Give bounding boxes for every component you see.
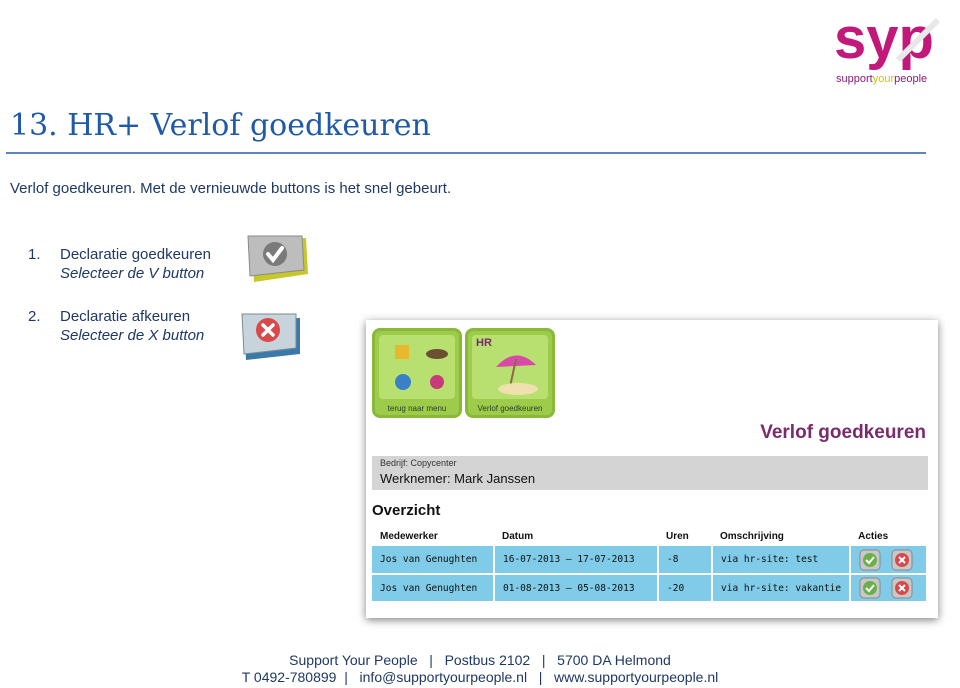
- cell-medewerker: Jos van Genughten: [372, 546, 495, 575]
- cell-medewerker: Jos van Genughten: [372, 574, 495, 603]
- beach-umbrella-icon: [496, 355, 538, 395]
- step-instruction: Selecteer de X button: [60, 327, 205, 344]
- table-row: Jos van Genughten 16-07-2013 – 17-07-201…: [372, 546, 928, 575]
- cell-omschrijving: via hr-site: vakantie: [712, 574, 852, 603]
- step-number: 2.: [28, 308, 41, 325]
- logo-tagline: supportyourpeople: [836, 73, 927, 85]
- table-header-row: Medewerker Datum Uren Omschrijving Actie…: [372, 526, 927, 546]
- reject-icon[interactable]: [891, 549, 913, 571]
- column-header: Acties: [858, 530, 889, 542]
- step-approve: 1. Declaratie goedkeuren Selecteer de V b…: [28, 246, 211, 282]
- table-row: Jos van Genughten 01-08-2013 – 05-08-201…: [372, 574, 928, 603]
- globe-icon: [395, 374, 411, 390]
- tile-verlof-goedkeuren[interactable]: HR Verlof goedkeuren: [465, 328, 555, 418]
- employee-header: Bedrijf: Copycenter Werknemer: Mark Jans…: [372, 456, 928, 490]
- app-screenshot: terug naar menu HR Verlof goedkeuren Ver…: [366, 320, 938, 618]
- tile-caption: terug naar menu: [387, 404, 447, 413]
- column-header: Medewerker: [380, 530, 438, 542]
- employee-label: Werknemer: Mark Janssen: [380, 471, 536, 486]
- column-header: Uren: [666, 530, 689, 542]
- folder-icon: [395, 345, 409, 359]
- column-header: Datum: [502, 530, 534, 542]
- cell-uren: -20: [658, 574, 713, 603]
- approve-icon[interactable]: [859, 549, 881, 571]
- reject-icon[interactable]: [891, 577, 913, 599]
- step-label: Declaratie afkeuren: [60, 308, 191, 325]
- footer-address: Support Your People | Postbus 2102 | 570…: [289, 652, 671, 668]
- cell-acties: [850, 574, 928, 603]
- title-divider: [6, 152, 926, 154]
- cell-uren: -8: [658, 546, 713, 575]
- page-title: 13. HR+ Verlof goedkeuren: [10, 108, 431, 143]
- footer-contact: T 0492-780899 | info@supportyourpeople.n…: [241, 669, 719, 685]
- intro-text: Verlof goedkeuren. Met de vernieuwde but…: [10, 180, 452, 197]
- leave-table: Medewerker Datum Uren Omschrijving Actie…: [372, 526, 928, 603]
- cell-datum: 01-08-2013 – 05-08-2013: [494, 574, 659, 603]
- check-button-icon: [247, 235, 308, 282]
- column-header: Omschrijving: [720, 530, 784, 542]
- tile-caption: Verlof goedkeuren: [477, 404, 543, 413]
- x-button-icon: [241, 313, 300, 360]
- company-label: Bedrijf: Copycenter: [380, 458, 457, 468]
- step-number: 1.: [28, 246, 41, 263]
- car-icon: [426, 349, 448, 359]
- step-instruction: Selecteer de V button: [60, 265, 205, 282]
- step-reject: 2. Declaratie afkeuren Selecteer de X but…: [28, 308, 204, 344]
- overview-heading: Overzicht: [372, 502, 441, 519]
- cell-acties: [850, 546, 928, 575]
- screen-heading: Verlof goedkeuren: [760, 422, 926, 443]
- tagline-part: people: [894, 73, 928, 85]
- cell-datum: 16-07-2013 – 17-07-2013: [494, 546, 659, 575]
- step-label: Declaratie goedkeuren: [60, 246, 211, 263]
- tagline-part: your: [872, 73, 895, 85]
- close-icon: [430, 375, 444, 389]
- cell-omschrijving: via hr-site: test: [712, 546, 852, 575]
- tile-illustration: HR: [472, 335, 548, 399]
- tagline-part: support: [836, 73, 873, 85]
- tile-back-to-menu[interactable]: terug naar menu: [372, 328, 462, 418]
- tile-icon-grid: [379, 335, 455, 399]
- approve-icon[interactable]: [859, 577, 881, 599]
